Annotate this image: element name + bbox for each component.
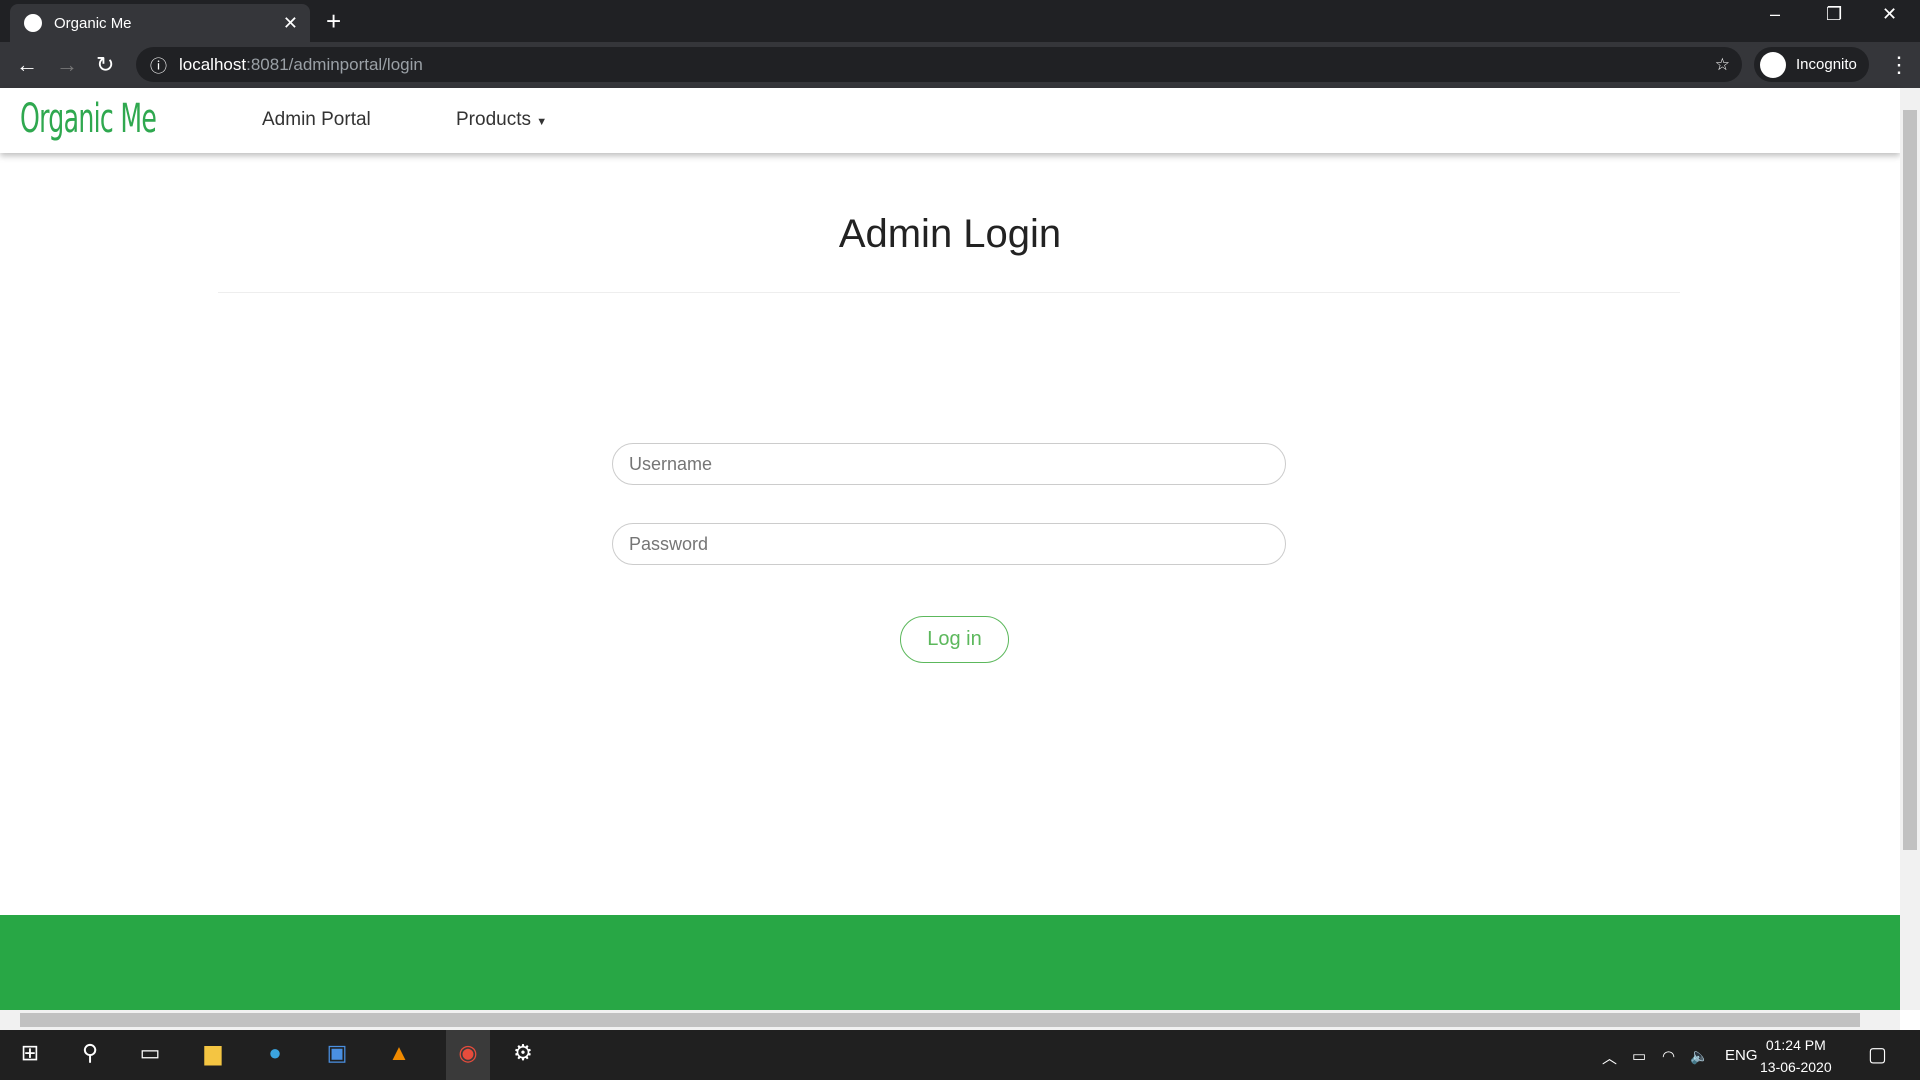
- horizontal-scrollbar[interactable]: [0, 1010, 1900, 1030]
- notification-icon[interactable]: ▢: [1868, 1042, 1887, 1067]
- chrome-icon[interactable]: ◉: [446, 1030, 490, 1080]
- address-bar[interactable]: ⓘ localhost:8081/adminportal/login ☆: [136, 47, 1742, 82]
- file-explorer-icon[interactable]: ▆: [198, 1040, 228, 1070]
- incognito-badge[interactable]: Incognito: [1754, 47, 1869, 82]
- menu-icon[interactable]: ⋮: [1888, 52, 1910, 78]
- caret-down-icon: ▼: [536, 116, 548, 128]
- tray-chevron-icon[interactable]: ︿: [1602, 1047, 1617, 1068]
- scrollbar-thumb[interactable]: [1903, 110, 1917, 850]
- info-icon: ⓘ: [150, 57, 167, 76]
- edge-icon[interactable]: ●: [260, 1040, 290, 1070]
- nav-products-label: Products: [456, 109, 531, 130]
- tab-title: Organic Me: [54, 14, 132, 32]
- incognito-label: Incognito: [1796, 56, 1857, 73]
- nav-admin-portal[interactable]: Admin Portal: [262, 109, 371, 131]
- browser-toolbar: ← → ↻ ⓘ localhost:8081/adminportal/login…: [0, 42, 1920, 88]
- battery-icon[interactable]: ▭: [1632, 1047, 1646, 1065]
- close-tab-icon[interactable]: ✕: [283, 13, 298, 34]
- vertical-scrollbar[interactable]: [1900, 88, 1920, 1010]
- url-host: localhost: [179, 54, 247, 74]
- wifi-icon[interactable]: ◠: [1662, 1047, 1675, 1065]
- volume-icon[interactable]: 🔈: [1690, 1047, 1709, 1065]
- language-indicator[interactable]: ENG: [1725, 1047, 1758, 1064]
- date: 13-06-2020: [1760, 1059, 1832, 1075]
- close-window-button[interactable]: ✕: [1882, 4, 1897, 25]
- time: 01:24 PM: [1765, 1037, 1826, 1053]
- username-input[interactable]: [612, 443, 1286, 485]
- footer: [0, 915, 1900, 1010]
- scrollbar-thumb[interactable]: [20, 1013, 1860, 1027]
- restore-button[interactable]: ❐: [1826, 4, 1842, 25]
- new-tab-button[interactable]: +: [326, 6, 341, 37]
- windows-start-icon[interactable]: ⊞: [15, 1040, 45, 1070]
- browser-tabbar: Organic Me ✕ + – ❐ ✕: [0, 0, 1920, 42]
- login-button[interactable]: Log in: [900, 616, 1009, 663]
- vlc-icon[interactable]: ▲: [384, 1040, 414, 1070]
- incognito-icon: [1760, 51, 1786, 78]
- forward-button[interactable]: →: [56, 52, 78, 78]
- minimize-button[interactable]: –: [1770, 4, 1780, 25]
- page-title: Admin Login: [838, 212, 1062, 256]
- back-button[interactable]: ←: [16, 52, 38, 78]
- globe-icon: [24, 14, 42, 32]
- password-input[interactable]: [612, 523, 1286, 565]
- nav-products-dropdown[interactable]: Products ▼: [456, 109, 547, 131]
- site-navbar: Organic Me Admin Portal Products ▼: [0, 88, 1900, 153]
- star-icon[interactable]: ☆: [1715, 55, 1730, 75]
- search-icon[interactable]: ⚲: [75, 1040, 105, 1070]
- settings-gear-icon[interactable]: ⚙: [508, 1040, 538, 1070]
- brand-logo[interactable]: Organic Me: [20, 96, 157, 142]
- clock[interactable]: 01:24 PM 13-06-2020: [1760, 1034, 1832, 1078]
- taskbar: ⊞ ⚲ ▭ ▆ ● ▣ ▲ ◉ ⚙ ︿ ▭ ◠ 🔈 ENG 01:24 PM 13…: [0, 1030, 1920, 1080]
- url-path: :8081/adminportal/login: [246, 54, 423, 74]
- store-icon[interactable]: ▣: [322, 1040, 352, 1070]
- reload-button[interactable]: ↻: [96, 52, 114, 78]
- divider: [218, 292, 1680, 293]
- task-view-icon[interactable]: ▭: [135, 1040, 165, 1070]
- browser-tab[interactable]: Organic Me ✕: [10, 4, 310, 42]
